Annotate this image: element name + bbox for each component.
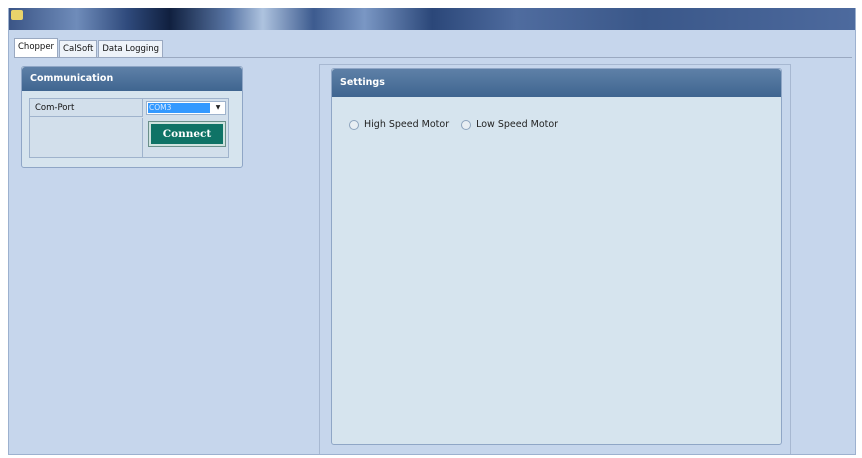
communication-panel: Communication Com-Port COM3 ▼ Connect	[21, 66, 243, 168]
motor-speed-options: High Speed Motor Low Speed Motor	[349, 119, 570, 130]
com-port-select[interactable]: COM3 ▼	[146, 101, 226, 115]
settings-header: Settings	[332, 69, 781, 97]
com-port-label: Com-Port	[30, 99, 143, 117]
low-speed-radio[interactable]	[461, 119, 472, 130]
low-speed-label[interactable]: Low Speed Motor	[476, 119, 558, 130]
high-speed-radio[interactable]	[349, 119, 359, 130]
tab-chopper[interactable]: Chopper	[14, 38, 59, 57]
app-window: Chopper CalSoft Data Logging Communicati…	[8, 8, 856, 455]
communication-header: Communication	[22, 67, 242, 91]
com-port-value: COM3	[148, 103, 210, 113]
chevron-down-icon[interactable]: ▼	[213, 102, 223, 114]
connect-button[interactable]: Connect	[148, 121, 226, 147]
app-icon	[11, 10, 23, 20]
empty-cell	[30, 118, 143, 157]
settings-panel: Settings High Speed Motor Low Speed Moto…	[331, 68, 782, 445]
tab-data-logging[interactable]: Data Logging	[98, 40, 164, 57]
communication-grid: Com-Port COM3 ▼ Connect	[29, 98, 229, 158]
tab-calsoft[interactable]: CalSoft	[59, 40, 98, 57]
tab-divider	[14, 57, 852, 58]
title-bar	[9, 8, 855, 30]
high-speed-label[interactable]: High Speed Motor	[364, 119, 449, 130]
tab-bar: Chopper CalSoft Data Logging	[14, 38, 164, 58]
